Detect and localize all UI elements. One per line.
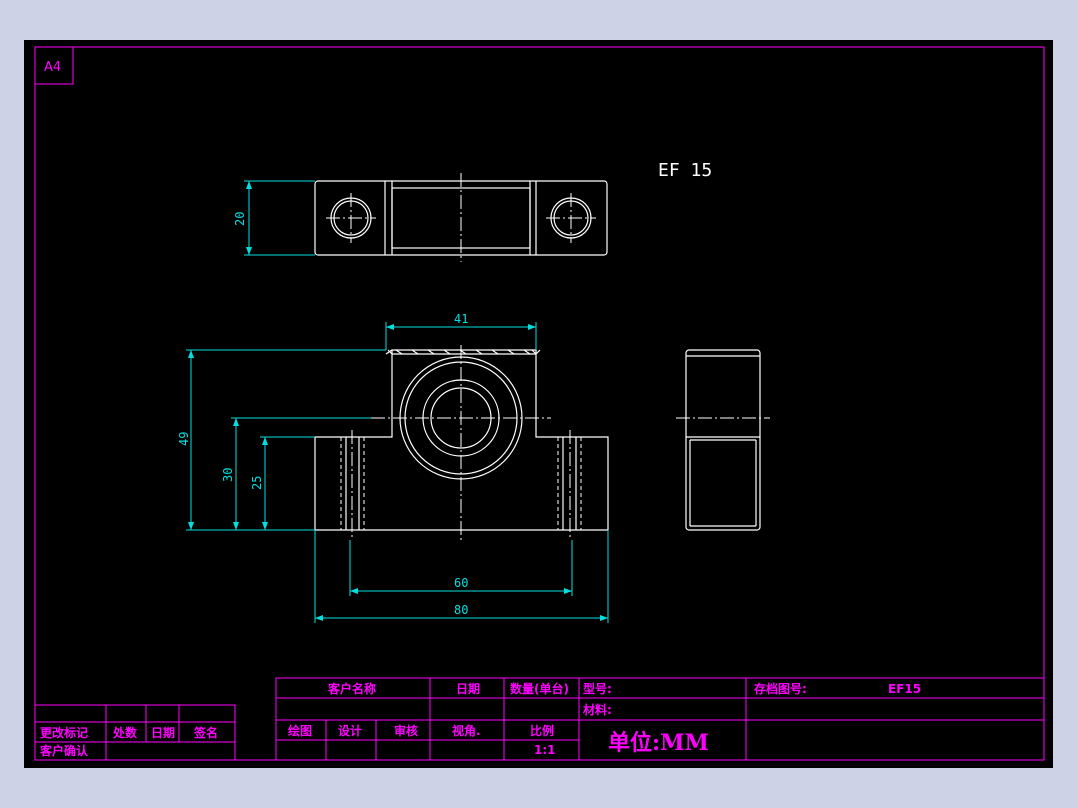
top-view <box>314 173 608 262</box>
dim-total-width-label: 80 <box>454 603 468 617</box>
dim-base-height <box>260 436 315 530</box>
tb-signature: 签名 <box>193 725 218 740</box>
dim-center-height-label: 30 <box>221 468 235 482</box>
tb-model-label: 型号: <box>583 681 612 696</box>
side-view <box>676 349 770 531</box>
dim-top-height-label: 20 <box>233 212 247 226</box>
cad-drawing: A4 EF 15 20 41 49 30 25 60 80 客户名称 日期 数量… <box>34 46 1045 761</box>
dim-top-height <box>244 180 315 256</box>
tb-quantity: 数量(单台) <box>510 681 569 696</box>
tb-scale-label: 比例 <box>530 723 554 738</box>
dim-total-height <box>186 349 386 531</box>
tb-revision-mark: 更改标记 <box>40 725 88 740</box>
tb-view-angle: 视角. <box>452 723 481 738</box>
front-view <box>314 345 609 540</box>
drawing-canvas[interactable]: A4 EF 15 20 41 49 30 25 60 80 客户名称 日期 数量… <box>24 40 1053 768</box>
sheet-border <box>34 46 1045 761</box>
tb-customer-name: 客户名称 <box>327 681 376 696</box>
tb-review: 审核 <box>394 723 418 738</box>
tb-archive-no-label: 存档图号: <box>753 681 807 696</box>
dim-total-height-label: 49 <box>177 432 191 446</box>
dim-center-height <box>231 417 371 530</box>
tb-design: 设计 <box>338 723 362 738</box>
tb-revision-date: 日期 <box>151 725 175 740</box>
tb-scale-value: 1:1 <box>534 743 556 757</box>
paper-size-label: A4 <box>44 60 61 75</box>
tb-date: 日期 <box>456 681 480 696</box>
dim-hole-spacing-label: 60 <box>454 576 468 590</box>
tb-unit: 单位:MM <box>608 730 709 756</box>
tb-archive-no-value: EF15 <box>888 682 921 696</box>
dim-base-height-label: 25 <box>250 476 264 490</box>
tb-customer-confirm: 客户确认 <box>39 743 89 758</box>
dim-top-width-label: 41 <box>454 312 468 326</box>
tb-material-label: 材料: <box>582 702 612 717</box>
tb-revision-count: 处数 <box>112 725 138 740</box>
part-label: EF 15 <box>658 160 712 181</box>
tb-drawing: 绘图 <box>288 723 312 738</box>
